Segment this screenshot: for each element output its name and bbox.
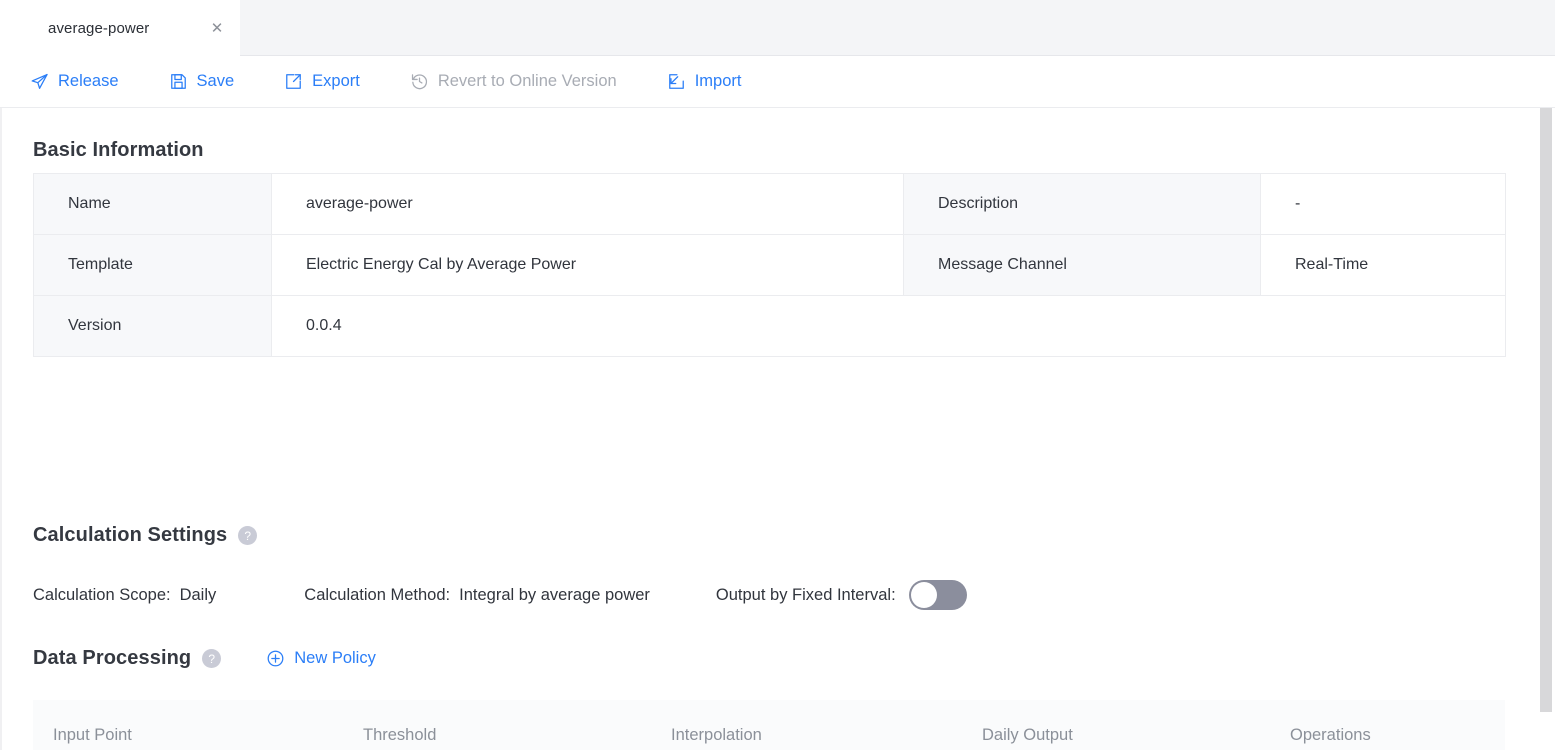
basic-information-label: Basic Information [33,139,204,161]
app-window: average-power ✕ Release Save Export Reve… [0,0,1555,750]
import-icon [668,74,684,89]
history-icon [411,74,427,90]
table-header-row: Input Point Threshold Interpolation Dail… [33,700,1505,750]
column-header-operations: Operations [1270,700,1505,750]
calculation-scope-value: Daily [179,585,217,604]
calculation-method-value: Integral by average power [459,585,650,604]
plus-circle-icon [267,650,284,667]
data-processing-table: Input Point Threshold Interpolation Dail… [33,700,1505,750]
new-policy-button[interactable]: New Policy [266,649,376,668]
calculation-settings-title: Calculation Settings ? [33,524,258,547]
info-label-message-channel: Message Channel [903,234,1261,296]
revert-button[interactable]: Revert to Online Version [410,65,639,99]
save-label: Save [196,72,235,90]
send-icon [31,73,48,89]
calculation-scope-field: Calculation Scope: Daily [33,586,216,605]
close-icon[interactable]: ✕ [208,19,226,37]
info-value-version: 0.0.4 [271,295,1506,357]
release-button[interactable]: Release [30,65,141,99]
basic-information-table: Name average-power Description - Templat… [33,173,1506,357]
content-pane: Basic Information Name average-power Des… [0,108,1537,750]
output-fixed-interval-label: Output by Fixed Interval: [715,585,896,604]
info-label-name: Name [33,173,272,235]
vertical-scrollbar[interactable] [1538,108,1555,750]
save-icon [170,74,186,89]
calculation-method-label: Calculation Method: [304,585,451,604]
import-label: Import [694,72,742,90]
info-value-name: average-power [271,173,904,235]
table-row: Name average-power Description - [33,173,1506,235]
info-value-message-channel: Real-Time [1260,234,1506,296]
data-processing-label: Data Processing [33,647,192,669]
help-icon[interactable]: ? [238,526,258,545]
table-row: Template Electric Energy Cal by Average … [33,234,1506,296]
scrollbar-thumb[interactable] [1540,108,1552,712]
column-header-interpolation: Interpolation [651,700,962,750]
tab-average-power[interactable]: average-power ✕ [0,0,240,56]
new-policy-label: New Policy [294,649,376,667]
output-fixed-interval-field: Output by Fixed Interval: [716,580,967,610]
basic-information-title: Basic Information [33,139,204,162]
column-header-threshold: Threshold [343,700,651,750]
calculation-settings-label: Calculation Settings [33,524,228,546]
calculation-settings-row: Calculation Scope: Daily Calculation Met… [33,580,967,610]
table-row: Version 0.0.4 [33,295,1506,357]
column-header-input-point: Input Point [33,700,343,750]
toggle-knob [910,582,937,608]
calculation-scope-label: Calculation Scope: [33,585,171,604]
revert-label: Revert to Online Version [437,72,617,90]
column-header-daily-output: Daily Output [962,700,1270,750]
release-label: Release [58,72,119,90]
data-processing-title: Data Processing ? [33,647,222,670]
save-button[interactable]: Save [169,65,257,99]
toolbar: Release Save Export Revert to Online Ver… [0,56,1555,108]
info-label-description: Description [903,173,1261,235]
info-value-template: Electric Energy Cal by Average Power [271,234,904,296]
calculation-method-field: Calculation Method: Integral by average … [304,586,650,605]
import-button[interactable]: Import [667,65,764,99]
info-value-description: - [1260,173,1506,235]
info-label-version: Version [33,295,272,357]
tab-label: average-power [48,19,150,37]
export-label: Export [312,72,360,90]
data-processing-header: Data Processing ? New Policy [33,647,376,670]
tab-strip: average-power ✕ [0,0,1555,56]
help-icon[interactable]: ? [202,649,222,668]
export-button[interactable]: Export [284,65,382,99]
output-fixed-interval-toggle[interactable] [908,580,967,610]
info-label-template: Template [33,234,272,296]
export-icon [286,74,302,89]
